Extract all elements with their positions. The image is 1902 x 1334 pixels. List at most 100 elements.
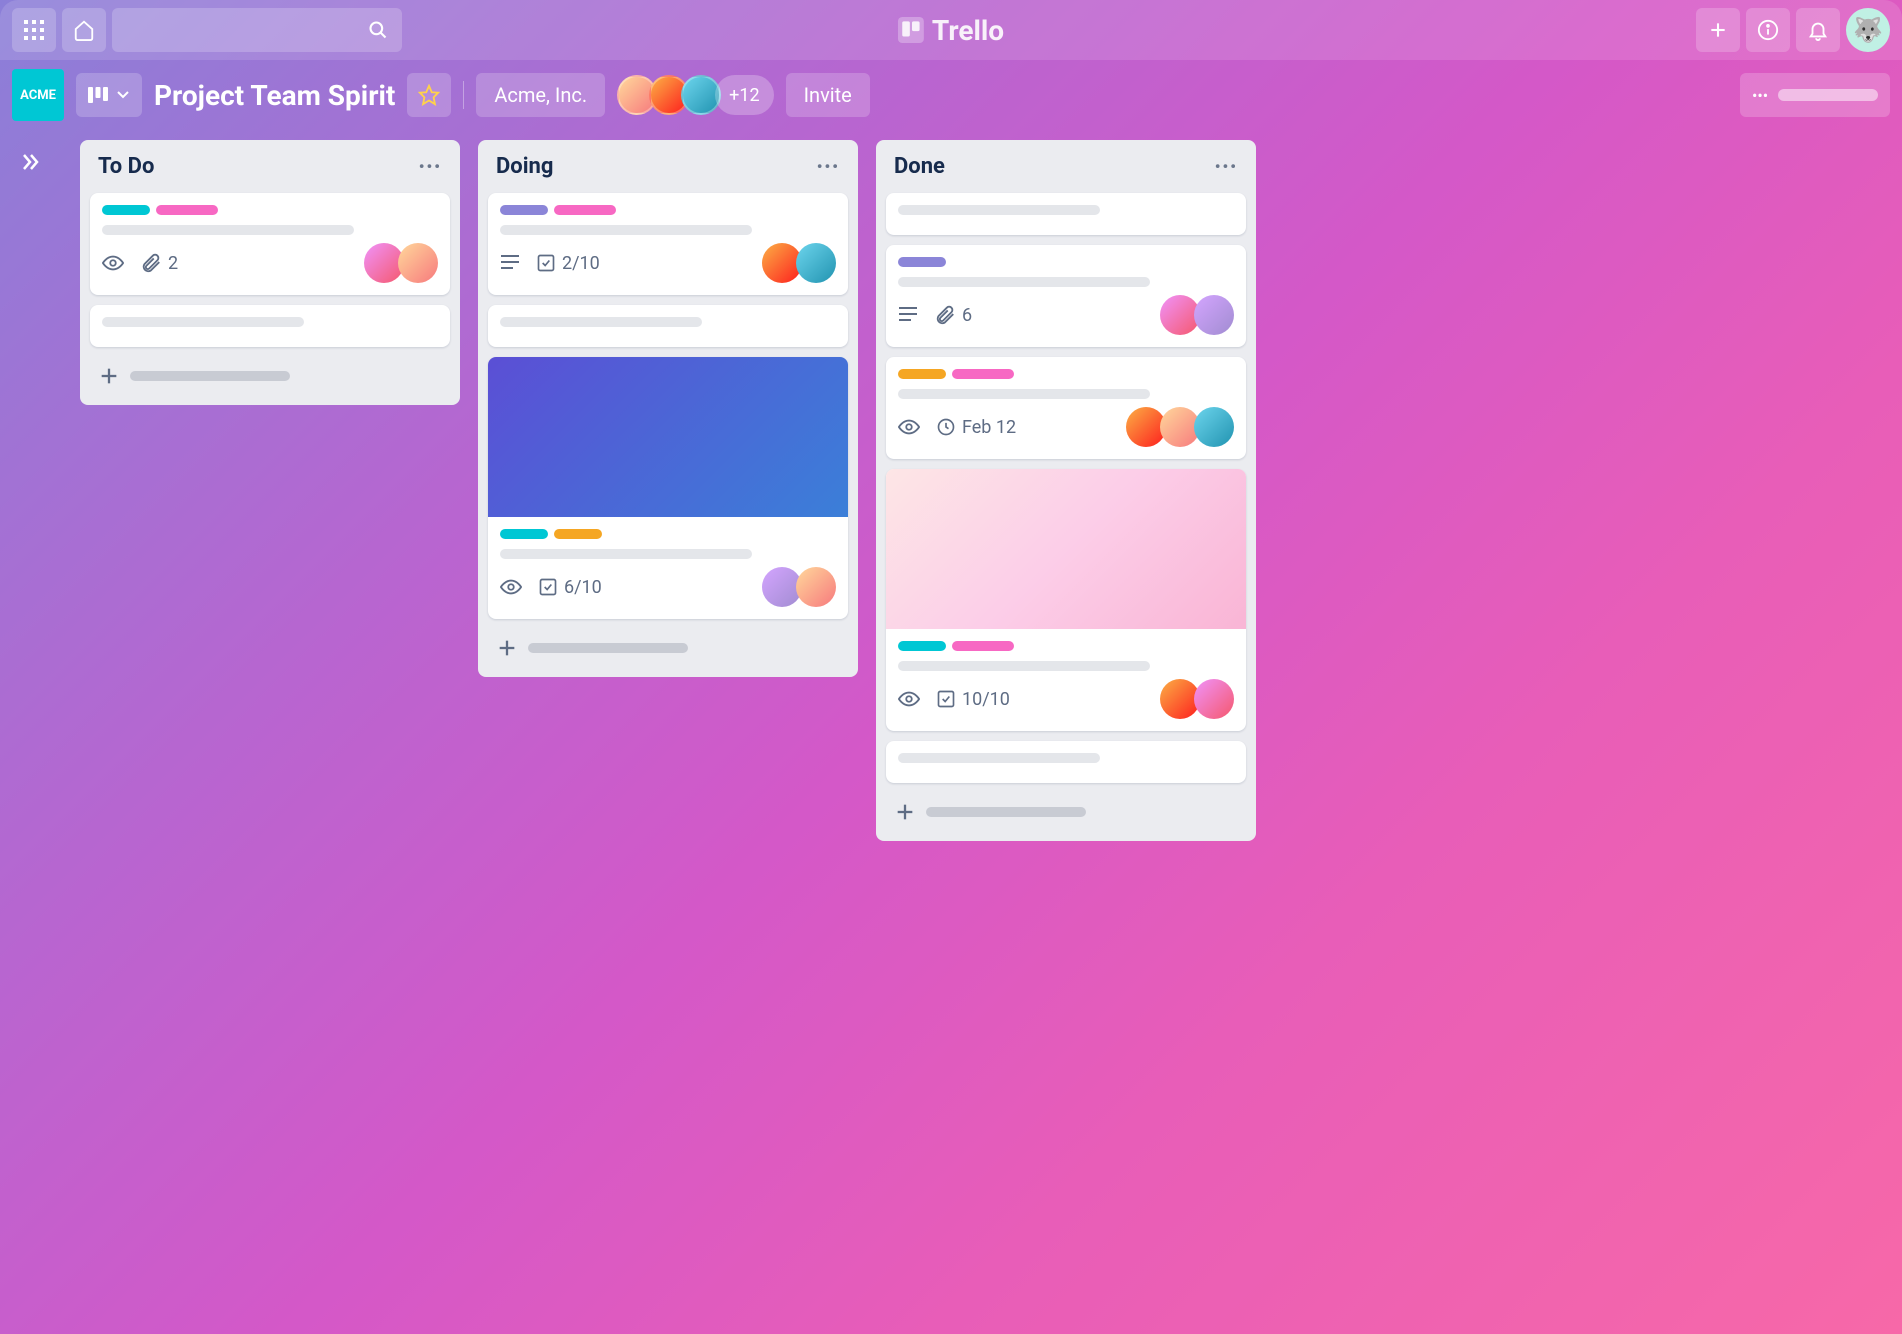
card[interactable]: 6/10 xyxy=(488,357,848,619)
add-card-button[interactable] xyxy=(488,629,848,667)
card-labels xyxy=(102,205,438,215)
label-pill[interactable] xyxy=(500,529,548,539)
checklist-badge: 6/10 xyxy=(538,577,602,598)
list-title[interactable]: Doing xyxy=(496,154,553,179)
label-pill[interactable] xyxy=(500,205,548,215)
card-badges: 6/10 xyxy=(500,576,602,598)
trello-logo-icon xyxy=(898,17,924,43)
ellipsis-icon: ••• xyxy=(1752,86,1768,105)
home-button[interactable] xyxy=(62,8,106,52)
watch-badge xyxy=(500,576,522,598)
add-card-button[interactable] xyxy=(886,793,1246,831)
bell-icon xyxy=(1807,19,1829,41)
member-avatar[interactable] xyxy=(796,243,836,283)
card[interactable]: 2/10 xyxy=(488,193,848,295)
board-canvas[interactable]: To Do ••• 2 Doing ••• 2/10 6/10 Done ••• … xyxy=(0,130,1902,1334)
card-labels xyxy=(500,529,836,539)
member-avatar[interactable] xyxy=(398,243,438,283)
card-members[interactable] xyxy=(364,243,438,283)
card-labels xyxy=(898,369,1234,379)
topbar: Trello 🐺 xyxy=(0,0,1902,60)
member-avatar[interactable] xyxy=(796,567,836,607)
chevron-right-double-icon xyxy=(18,150,42,174)
card-members[interactable] xyxy=(762,567,836,607)
plus-icon xyxy=(894,801,916,823)
board-members[interactable]: +12 xyxy=(617,75,773,115)
card-badges: 2/10 xyxy=(500,253,600,274)
notifications-button[interactable] xyxy=(1796,8,1840,52)
label-pill[interactable] xyxy=(156,205,218,215)
label-pill[interactable] xyxy=(554,205,616,215)
list-menu-button[interactable]: ••• xyxy=(817,157,840,176)
list[interactable]: Done ••• 6 Feb 12 10/10 xyxy=(876,140,1256,841)
list-menu-button[interactable]: ••• xyxy=(419,157,442,176)
extra-members-count[interactable]: +12 xyxy=(715,75,773,115)
card-members[interactable] xyxy=(1160,295,1234,335)
label-pill[interactable] xyxy=(898,257,946,267)
card[interactable] xyxy=(488,305,848,347)
card[interactable]: 2 xyxy=(90,193,450,295)
card-members[interactable] xyxy=(1126,407,1234,447)
card-members[interactable] xyxy=(1160,679,1234,719)
user-avatar[interactable]: 🐺 xyxy=(1846,8,1890,52)
checklist-badge: 10/10 xyxy=(936,689,1010,710)
apps-button[interactable] xyxy=(12,8,56,52)
card[interactable]: Feb 12 xyxy=(886,357,1246,459)
sidebar-expand-button[interactable] xyxy=(18,150,42,174)
member-avatar[interactable] xyxy=(1194,679,1234,719)
label-pill[interactable] xyxy=(952,369,1014,379)
card-members[interactable] xyxy=(762,243,836,283)
list-title[interactable]: To Do xyxy=(98,154,154,179)
create-button[interactable] xyxy=(1696,8,1740,52)
card-badges: 6 xyxy=(898,304,972,326)
card-labels xyxy=(898,641,1234,651)
member-avatar[interactable] xyxy=(1194,407,1234,447)
card-cover xyxy=(488,357,848,517)
card-badges: 2 xyxy=(102,252,178,274)
divider xyxy=(463,81,464,109)
board-menu-button[interactable]: ••• xyxy=(1740,73,1890,117)
card-badges: 10/10 xyxy=(898,688,1010,710)
list-menu-button[interactable]: ••• xyxy=(1215,157,1238,176)
card-badges: Feb 12 xyxy=(898,416,1016,438)
org-button[interactable]: Acme, Inc. xyxy=(476,73,605,117)
list-title[interactable]: Done xyxy=(894,154,945,179)
label-pill[interactable] xyxy=(898,369,946,379)
watch-badge xyxy=(898,688,920,710)
add-card-button[interactable] xyxy=(90,357,450,395)
card[interactable] xyxy=(90,305,450,347)
star-icon xyxy=(418,84,440,106)
attachments-badge: 6 xyxy=(934,304,972,326)
card[interactable] xyxy=(886,741,1246,783)
card[interactable] xyxy=(886,193,1246,235)
plus-icon xyxy=(98,365,120,387)
chevron-down-icon xyxy=(116,90,130,100)
app-name: Trello xyxy=(932,14,1004,47)
attachments-badge: 2 xyxy=(140,252,178,274)
star-button[interactable] xyxy=(407,73,451,117)
workspace-logo[interactable]: ACME xyxy=(12,69,64,121)
board-bar: ACME Project Team Spirit Acme, Inc. +12 … xyxy=(0,60,1902,130)
due-date-badge: Feb 12 xyxy=(936,417,1016,438)
search-input[interactable] xyxy=(112,8,402,52)
checklist-badge: 2/10 xyxy=(536,253,600,274)
list[interactable]: Doing ••• 2/10 6/10 xyxy=(478,140,858,677)
card-labels xyxy=(500,205,836,215)
label-pill[interactable] xyxy=(898,641,946,651)
apps-grid-icon xyxy=(24,20,44,40)
card[interactable]: 6 xyxy=(886,245,1246,347)
info-button[interactable] xyxy=(1746,8,1790,52)
info-icon xyxy=(1757,19,1779,41)
board-icon xyxy=(88,87,108,103)
card-labels xyxy=(898,257,1234,267)
board-view-selector[interactable] xyxy=(76,73,142,117)
description-badge xyxy=(500,254,520,272)
list[interactable]: To Do ••• 2 xyxy=(80,140,460,405)
label-pill[interactable] xyxy=(952,641,1014,651)
member-avatar[interactable] xyxy=(1194,295,1234,335)
board-title[interactable]: Project Team Spirit xyxy=(154,79,395,112)
label-pill[interactable] xyxy=(102,205,150,215)
card[interactable]: 10/10 xyxy=(886,469,1246,731)
label-pill[interactable] xyxy=(554,529,602,539)
invite-button[interactable]: Invite xyxy=(786,73,870,117)
